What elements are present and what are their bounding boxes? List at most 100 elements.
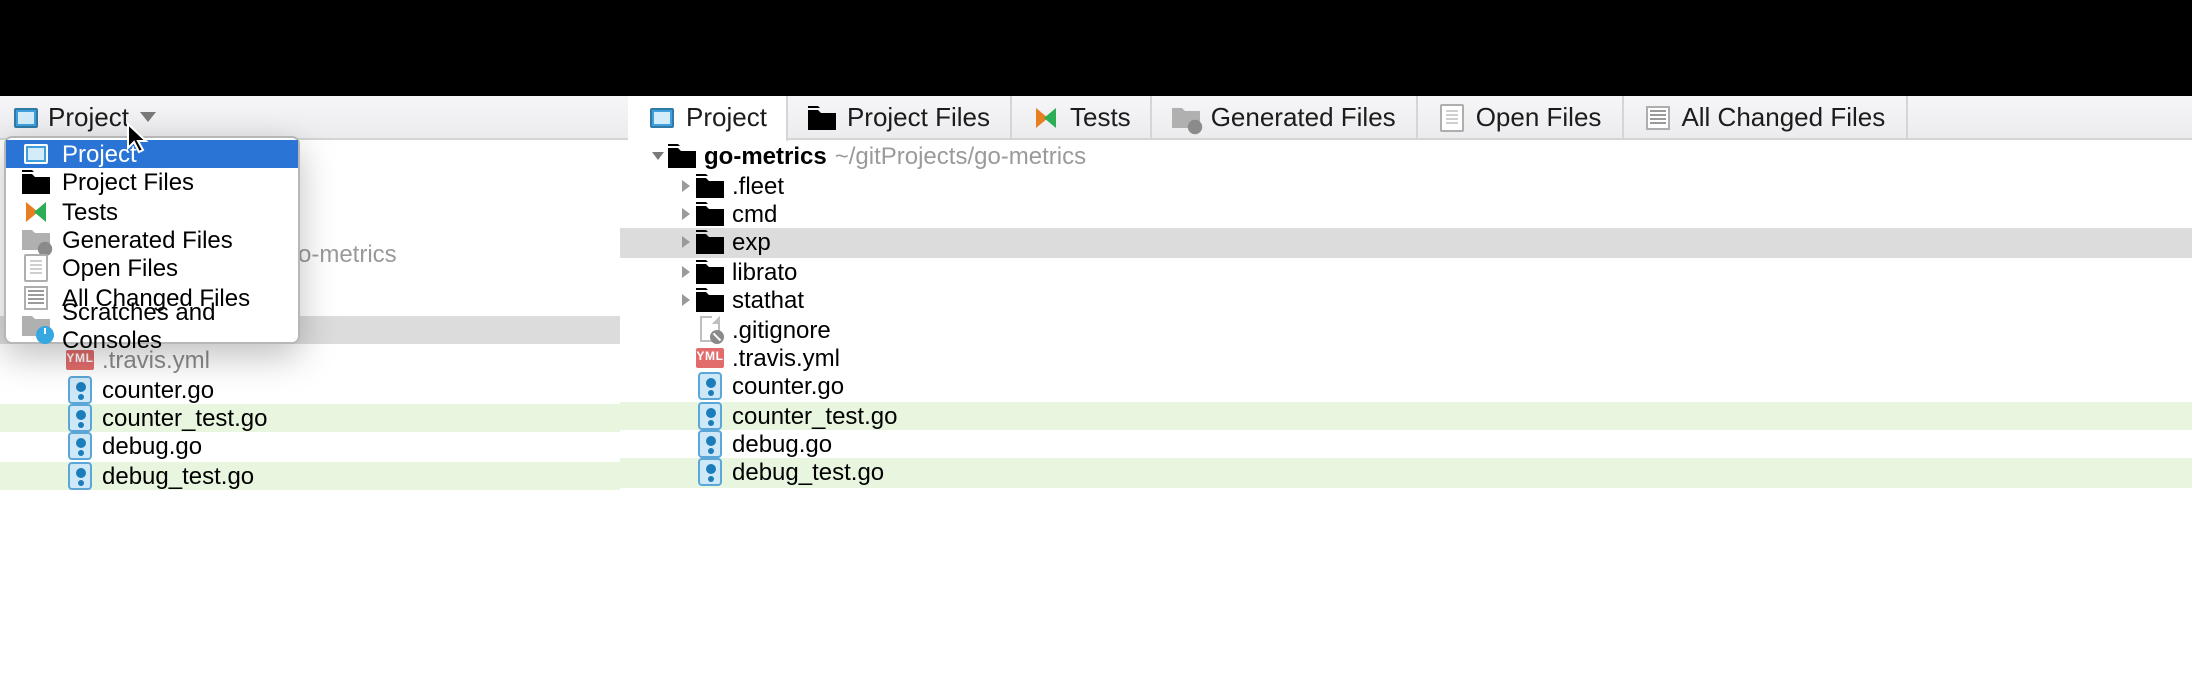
dropdown-item-label: Generated Files (62, 226, 233, 254)
folder-icon (696, 229, 724, 257)
tab-label: Generated Files (1211, 102, 1396, 132)
go-file-icon (696, 430, 724, 458)
tree-row[interactable]: counter.go (620, 372, 2192, 401)
tab[interactable]: Generated Files (1153, 95, 1418, 139)
folder-icon (668, 142, 696, 170)
caret-right-icon[interactable] (676, 264, 696, 280)
dropdown-item[interactable]: Generated Files (6, 226, 298, 255)
tab-label: Project (686, 102, 767, 132)
folder-icon (696, 286, 724, 314)
tab-label: Project Files (847, 102, 990, 132)
changed-files-icon (22, 283, 50, 311)
tests-icon (1032, 103, 1060, 131)
tree-row[interactable]: debug.go (620, 430, 2192, 459)
tree-item-path: ~/gitProjects/go-metrics (835, 142, 1086, 170)
tree-row[interactable]: librato (620, 257, 2192, 286)
tree-item-label: librato (732, 258, 797, 286)
folder-icon (22, 169, 50, 197)
scratches-icon (22, 312, 50, 340)
caret-right-icon[interactable] (676, 177, 696, 193)
tree-item-label: debug_test.go (732, 459, 884, 487)
dropdown-item[interactable]: Scratches and Consoles (6, 312, 298, 341)
go-file-icon (66, 433, 94, 461)
right-tree: go-metrics ~/gitProjects/go-metrics .fleet… (620, 140, 2192, 487)
go-file-icon (66, 404, 94, 432)
chevron-down-icon (141, 112, 157, 122)
tree-item-label: exp (732, 229, 771, 257)
dropdown-item-label: Scratches and Consoles (62, 298, 282, 354)
tree-row[interactable]: go-metrics ~/gitProjects/go-metrics (620, 142, 2192, 171)
tree-row[interactable]: debug.go (0, 432, 620, 461)
tab-label: All Changed Files (1681, 102, 1885, 132)
project-icon (648, 103, 676, 131)
tree-item-label: debug.go (732, 430, 832, 458)
gitignore-file-icon (696, 315, 724, 343)
tab[interactable]: Project Files (789, 95, 1012, 139)
tree-row[interactable]: counter_test.go (0, 404, 620, 433)
tree-item-label: counter_test.go (732, 401, 897, 429)
tree-item-label: counter.go (732, 373, 844, 401)
left-tree: YML.travis.ymlcounter.gocounter_test.god… (0, 344, 620, 490)
generated-files-icon (22, 226, 50, 254)
folder-icon (696, 258, 724, 286)
dropdown-item[interactable]: Tests (6, 197, 298, 226)
tree-row[interactable]: counter_test.go (620, 401, 2192, 430)
dropdown-item[interactable]: Project Files (6, 169, 298, 198)
tree-item-label: counter_test.go (102, 404, 267, 432)
dropdown-item-label: Tests (62, 197, 118, 225)
caret-right-icon[interactable] (676, 206, 696, 222)
tree-item-label: cmd (732, 200, 777, 228)
open-files-icon (22, 255, 50, 283)
folder-icon (809, 103, 837, 131)
tree-item-label: .travis.yml (732, 344, 840, 372)
tab[interactable]: Tests (1012, 95, 1153, 139)
view-selector-label: Project (48, 102, 129, 132)
tree-item-label: .fleet (732, 171, 784, 199)
tree-row[interactable]: .gitignore (620, 315, 2192, 344)
generated-files-icon (1173, 103, 1201, 131)
tree-row[interactable]: .fleet (620, 171, 2192, 200)
folder-icon (696, 171, 724, 199)
tests-icon (22, 197, 50, 225)
folder-icon (696, 200, 724, 228)
go-file-icon (696, 401, 724, 429)
go-file-icon (66, 375, 94, 403)
caret-right-icon[interactable] (676, 292, 696, 308)
project-icon (22, 140, 50, 168)
root-path-fragment: o-metrics (298, 240, 397, 268)
dropdown-item[interactable]: Open Files (6, 254, 298, 283)
tree-item-label: go-metrics (704, 142, 827, 170)
project-icon (12, 103, 40, 131)
view-tabs: Project Project Files Tests Generated Files… (628, 95, 1907, 139)
view-selector-dropdown: ProjectProject FilesTestsGenerated Files… (4, 136, 300, 344)
caret-right-icon[interactable] (676, 235, 696, 251)
tab-label: Open Files (1476, 102, 1602, 132)
changed-files-icon (1643, 103, 1671, 131)
tab[interactable]: Project (628, 95, 789, 141)
tab-label: Tests (1070, 102, 1131, 132)
dropdown-item-label: Project Files (62, 169, 194, 197)
tree-item-label: debug_test.go (102, 462, 254, 490)
go-file-icon (696, 459, 724, 487)
go-file-icon (66, 462, 94, 490)
tree-row[interactable]: debug_test.go (0, 461, 620, 490)
tree-row[interactable]: exp (620, 228, 2192, 257)
tab[interactable]: Open Files (1418, 95, 1624, 139)
tree-row[interactable]: counter.go (0, 375, 620, 404)
tab[interactable]: All Changed Files (1623, 95, 1907, 139)
tree-item-label: stathat (732, 286, 804, 314)
caret-down-icon[interactable] (648, 148, 668, 164)
tree-row[interactable]: YML .travis.yml (620, 343, 2192, 372)
tree-row[interactable]: stathat (620, 286, 2192, 315)
tree-row[interactable]: debug_test.go (620, 459, 2192, 488)
tree-item-label: .gitignore (732, 315, 831, 343)
right-header: Project Project Files Tests Generated Files… (620, 96, 2192, 140)
yml-file-icon: YML (696, 344, 724, 372)
dropdown-item-label: Open Files (62, 255, 178, 283)
go-file-icon (696, 373, 724, 401)
tree-item-label: debug.go (102, 433, 202, 461)
tree-item-label: counter.go (102, 375, 214, 403)
mouse-cursor (126, 122, 154, 158)
tree-row[interactable]: cmd (620, 200, 2192, 229)
left-header: Project (0, 96, 620, 140)
